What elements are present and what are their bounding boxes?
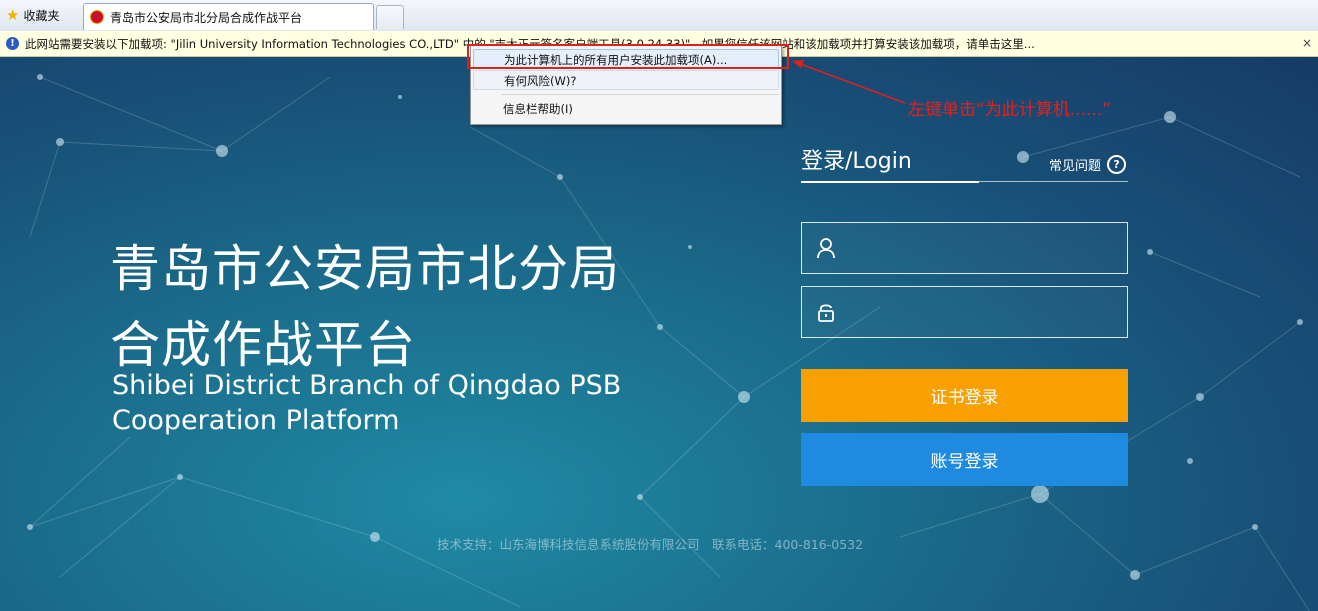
star-icon: ★	[6, 6, 20, 24]
tab-title: 青岛市公安局市北分局合成作战平台	[110, 10, 303, 25]
menu-separator	[501, 94, 779, 95]
username-field[interactable]	[801, 222, 1128, 274]
password-field[interactable]	[801, 286, 1128, 338]
menu-item-infobar-help[interactable]: 信息栏帮助(I)	[473, 99, 779, 119]
certificate-login-button[interactable]: 证书登录	[801, 369, 1128, 422]
annotation-highlight-box	[467, 44, 789, 69]
browser-tab-bar: ★ 收藏夹 青岛市公安局市北分局合成作战平台	[0, 0, 1318, 32]
login-heading-underline	[801, 181, 979, 183]
login-heading: 登录/Login	[801, 149, 912, 174]
shield-icon: !	[6, 37, 19, 50]
menu-item-what-is-the-risk[interactable]: 有何风险(W)?	[473, 70, 779, 90]
favorites-button[interactable]: ★ 收藏夹	[6, 6, 59, 24]
lock-icon	[818, 304, 834, 322]
close-icon[interactable]: ×	[1302, 36, 1312, 50]
police-badge-icon	[90, 10, 104, 24]
help-icon: ?	[1107, 155, 1127, 174]
login-page: 青岛市公安局市北分局 合成作战平台 Shibei District Branch…	[0, 57, 1318, 611]
user-icon	[817, 238, 835, 259]
account-login-button[interactable]: 账号登录	[801, 433, 1128, 486]
password-input[interactable]	[850, 295, 1119, 331]
tech-support-footer: 技术支持：山东海博科技信息系统股份有限公司 联系电话：400-816-0532	[437, 537, 864, 552]
browser-tab-active[interactable]: 青岛市公安局市北分局合成作战平台	[83, 3, 374, 30]
username-input[interactable]	[850, 231, 1119, 267]
platform-title-en-line1: Shibei District Branch of Qingdao PSB	[112, 370, 622, 401]
platform-title-cn-line2: 合成作战平台	[110, 316, 416, 374]
faq-label: 常见问题	[1049, 159, 1102, 174]
annotation-instruction: 左键单击“为此计算机......”	[908, 100, 1112, 120]
platform-title-en-line2: Cooperation Platform	[112, 405, 400, 436]
faq-link[interactable]: 常见问题 ?	[1049, 155, 1127, 174]
new-tab-button[interactable]	[376, 5, 404, 29]
favorites-label: 收藏夹	[23, 8, 60, 23]
platform-title-cn-line1: 青岛市公安局市北分局	[110, 240, 620, 298]
